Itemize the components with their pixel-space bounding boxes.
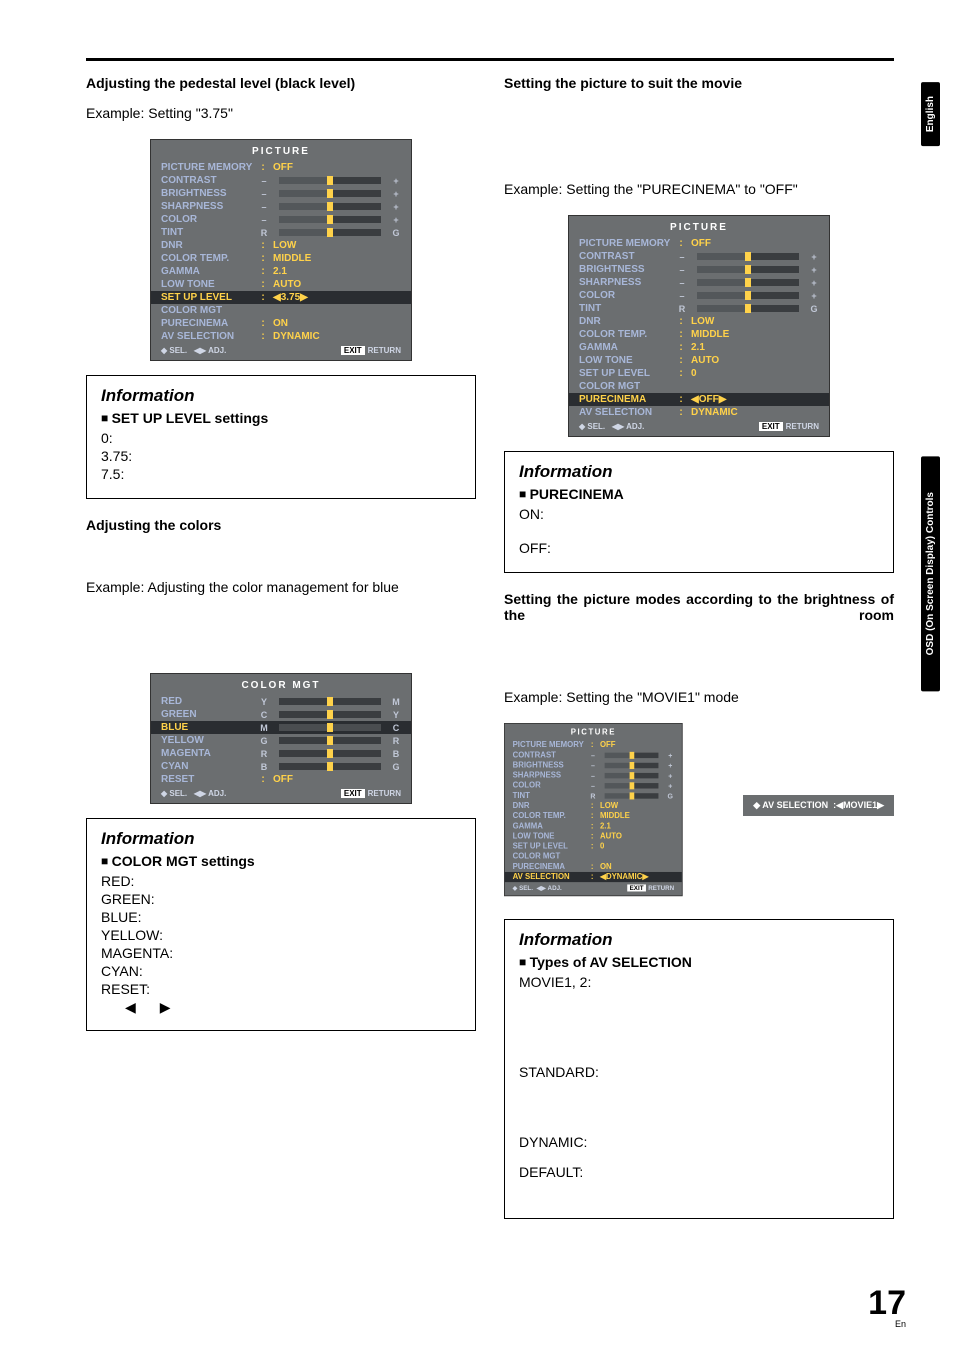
osd-title: COLOR MGT xyxy=(151,678,411,695)
info-box-colormgt: Information COLOR MGT settings RED: GREE… xyxy=(86,818,476,1031)
osd-row-yellow: YELLOW xyxy=(161,735,253,746)
osd-row-avselection: AV SELECTION xyxy=(513,873,585,882)
top-rule xyxy=(86,58,894,61)
side-tabs: English OSD (On Screen Display) Controls xyxy=(921,82,940,692)
osd-row-picture-memory: PICTURE MEMORY xyxy=(161,162,253,173)
info-box-avselection: Information Types of AV SELECTION MOVIE1… xyxy=(504,919,894,1219)
info-line: OFF: xyxy=(519,540,879,556)
osd-row-dnr: DNR xyxy=(161,240,253,251)
osd-row-purecinema: PURECINEMA xyxy=(579,394,671,405)
osd-row-contrast: CONTRAST xyxy=(161,175,253,186)
tab-english: English xyxy=(921,82,940,146)
osd-title: PICTURE xyxy=(151,144,411,161)
info-line: 0: xyxy=(101,430,461,446)
info-line: 7.5: xyxy=(101,466,461,482)
info-subheader: COLOR MGT settings xyxy=(101,853,461,869)
osd-row-colormgt: COLOR MGT xyxy=(161,305,253,316)
info-header: Information xyxy=(519,930,879,950)
info-line: STANDARD: xyxy=(519,1064,879,1080)
osd-row-magenta: MAGENTA xyxy=(161,748,253,759)
tab-osd-controls: OSD (On Screen Display) Controls xyxy=(921,456,940,691)
osd-row-sharpness: SHARPNESS xyxy=(161,201,253,212)
info-header: Information xyxy=(101,386,461,406)
osd-row-red: RED xyxy=(161,696,253,707)
info-box-setuplevel: Information SET UP LEVEL settings 0: 3.7… xyxy=(86,375,476,499)
osd-colormgt: COLOR MGT REDYM GREENCY BLUEMC YELLOWGR … xyxy=(150,673,412,804)
example-text: Example: Setting "3.75" xyxy=(86,105,476,121)
osd-row-color: COLOR xyxy=(161,214,253,225)
osd-footer: ◆ SEL. ◀▶ ADJ. EXITRETURN xyxy=(151,786,411,803)
osd-av-wrap: PICTURE PICTURE MEMORY:OFF CONTRAST–+ BR… xyxy=(504,723,894,945)
info-subheader: PURECINEMA xyxy=(519,486,879,502)
osd-row-green: GREEN xyxy=(161,709,253,720)
manual-page: English OSD (On Screen Display) Controls… xyxy=(0,0,954,1351)
left-column: Adjusting the pedestal level (black leve… xyxy=(86,69,476,1237)
osd-row-avselection: AV SELECTION xyxy=(161,331,253,342)
heading-movie: Setting the picture to suit the movie xyxy=(504,75,894,91)
osd-footer: ◆ SEL. ◀▶ ADJ. EXITRETURN xyxy=(569,419,829,436)
osd-picture-avselection: PICTURE PICTURE MEMORY:OFF CONTRAST–+ BR… xyxy=(504,723,683,896)
heading-colors: Adjusting the colors xyxy=(86,517,476,533)
osd-row-gamma: GAMMA xyxy=(161,266,253,277)
osd-footer: ◆ SEL. ◀▶ ADJ. EXITRETURN xyxy=(151,343,411,360)
info-line: 3.75: xyxy=(101,448,461,464)
osd-row-purecinema: PURECINEMA xyxy=(161,318,253,329)
info-line: DEFAULT: xyxy=(519,1164,879,1180)
osd-row-setuplevel: SET UP LEVEL xyxy=(161,292,253,303)
example-text: Example: Adjusting the color management … xyxy=(86,579,476,595)
heading-picture-modes: Setting the picture modes according to t… xyxy=(504,591,894,623)
info-header: Information xyxy=(519,462,879,482)
right-column: Setting the picture to suit the movie Ex… xyxy=(504,69,894,1237)
example-text: Example: Setting the "MOVIE1" mode xyxy=(504,689,894,705)
osd-row-cyan: CYAN xyxy=(161,761,253,772)
arrows-icon: ◀▶ xyxy=(101,999,461,1016)
osd-title: PICTURE xyxy=(569,220,829,237)
info-line: GREEN: xyxy=(101,891,461,907)
page-number: 17 En xyxy=(868,1284,906,1329)
av-selection-popup: ◆ AV SELECTION :◀MOVIE1▶ xyxy=(743,795,894,816)
slider xyxy=(279,177,381,184)
info-line: ON: xyxy=(519,506,879,522)
info-line: RESET: xyxy=(101,981,461,997)
info-box-purecinema: Information PURECINEMA ON: OFF: xyxy=(504,451,894,573)
info-line: YELLOW: xyxy=(101,927,461,943)
example-text: Example: Setting the "PURECINEMA" to "OF… xyxy=(504,181,894,197)
info-line: MAGENTA: xyxy=(101,945,461,961)
heading-pedestal: Adjusting the pedestal level (black leve… xyxy=(86,75,476,91)
osd-row-lowtone: LOW TONE xyxy=(161,279,253,290)
info-line: BLUE: xyxy=(101,909,461,925)
info-subheader: SET UP LEVEL settings xyxy=(101,410,461,426)
osd-row-reset: RESET xyxy=(161,774,253,785)
osd-picture-setup: PICTURE PICTURE MEMORY:OFF CONTRAST–+ BR… xyxy=(150,139,412,361)
osd-row-brightness: BRIGHTNESS xyxy=(161,188,253,199)
info-line: DYNAMIC: xyxy=(519,1134,879,1150)
info-subheader: Types of AV SELECTION xyxy=(519,954,879,970)
osd-row-colortemp: COLOR TEMP. xyxy=(161,253,253,264)
osd-picture-purecinema: PICTURE PICTURE MEMORY:OFF CONTRAST–+ BR… xyxy=(568,215,830,437)
info-line: CYAN: xyxy=(101,963,461,979)
osd-row-blue: BLUE xyxy=(161,722,253,733)
info-line: RED: xyxy=(101,873,461,889)
osd-row-tint: TINT xyxy=(161,227,253,238)
info-header: Information xyxy=(101,829,461,849)
info-line: MOVIE1, 2: xyxy=(519,974,879,990)
